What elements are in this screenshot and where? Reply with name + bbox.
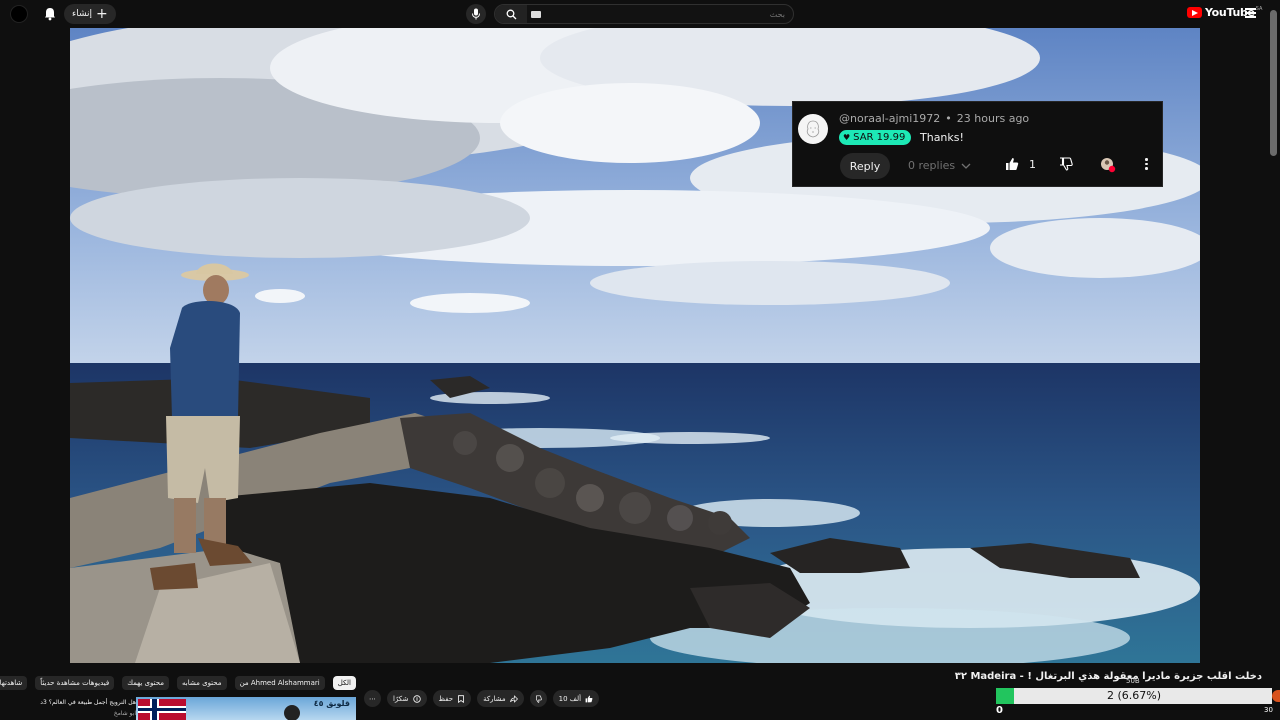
create-button[interactable]: إنشاء + [64, 4, 116, 24]
chip-recently-uploaded[interactable]: فيديوهات مشاهدة حديثاً [35, 676, 115, 690]
more-horizontal-icon: ⋯ [369, 694, 376, 703]
search-icon [506, 9, 516, 19]
super-thanks-amount: SAR 19.99 [853, 132, 906, 143]
comment-like-button[interactable]: 1 [1005, 157, 1036, 171]
mic-button[interactable] [466, 4, 486, 24]
next-video-text: هل النرويج أجمل طبيعة في العالم؟ 3د ابو … [40, 697, 136, 719]
share-button[interactable]: مشاركة [477, 690, 524, 707]
chip-all[interactable]: الكل [332, 676, 356, 690]
like-button[interactable]: 10 ألف [552, 690, 600, 707]
goal-progress-bar: 2 (6.67%) [996, 688, 1272, 704]
thanks-button[interactable]: شكرًا [387, 690, 427, 707]
chevron-down-icon [961, 163, 971, 169]
save-label: حفظ [438, 694, 454, 703]
video-actions: ⋯ شكرًا حفظ مشاركة 10 ألف [364, 690, 600, 707]
floating-widget-edge[interactable] [1272, 690, 1280, 702]
thumbs-down-icon [536, 694, 542, 703]
related-filter-chips: الكل من Ahmed Alshammari محتوى مشابه محت… [0, 676, 356, 690]
share-icon [509, 694, 518, 703]
thanks-icon [412, 694, 421, 703]
thumbnail-caption: قلوبق ٤٥ [313, 699, 350, 708]
replies-count: 0 replies [908, 159, 956, 172]
comment-time[interactable]: 23 hours ago [957, 112, 1029, 125]
video-title: دخلت اقلب جزيرة ماديرا معقولة هذي البرتغ… [954, 671, 1262, 682]
goal-label: 50B [1126, 677, 1140, 685]
next-video-title: هل النرويج أجمل طبيعة في العالم؟ 3د [40, 699, 136, 706]
reply-button[interactable]: Reply [840, 153, 890, 179]
page-scrollbar[interactable] [1270, 10, 1277, 156]
bell-icon[interactable] [42, 6, 58, 22]
thumbs-up-icon [1006, 158, 1019, 170]
like-count: 10 ألف [558, 694, 582, 703]
creator-heart-icon[interactable] [1100, 157, 1116, 173]
chip-from-channel[interactable]: من Ahmed Alshammari [234, 676, 325, 690]
youtube-play-icon [1187, 7, 1202, 18]
search-button[interactable] [495, 5, 527, 23]
more-options-icon[interactable] [1145, 158, 1149, 170]
chip-for-you[interactable]: محتوى يهمك [122, 676, 170, 690]
next-video-thumbnail[interactable]: قلوبق ٤٥ [136, 697, 356, 720]
goal-max: 30 [1264, 706, 1273, 714]
comment-handle[interactable]: @noraal-ajmi1972 [839, 112, 940, 125]
goal-min: 0 [996, 705, 1003, 716]
chip-watched[interactable]: شاهدتها [0, 676, 28, 690]
search-box[interactable] [494, 4, 794, 24]
account-avatar[interactable] [10, 5, 28, 23]
heart-icon: ♥ [843, 133, 851, 142]
goal-progress-value: 2 (6.67%) [1106, 689, 1162, 702]
comment-text: Thanks! [920, 131, 964, 144]
thanks-label: شكرًا [393, 694, 409, 703]
sketch-avatar-icon [806, 120, 820, 138]
next-video-channel: ابو شامخ [113, 710, 136, 717]
comment-like-count: 1 [1029, 157, 1036, 171]
comment-meta: @noraal-ajmi1972 • 23 hours ago [839, 112, 1030, 125]
replies-toggle[interactable]: 0 replies [908, 159, 971, 172]
thumbs-up-icon [585, 695, 593, 702]
top-bar: إنشاء + YouTube SA [0, 0, 1280, 28]
create-label: إنشاء [72, 9, 93, 19]
thumbs-down-icon[interactable] [1059, 157, 1073, 171]
keyboard-icon[interactable] [531, 11, 541, 18]
super-thanks-chip: ♥ SAR 19.99 [839, 130, 912, 145]
share-label: مشاركة [483, 694, 506, 703]
hamburger-menu-icon[interactable] [1245, 8, 1256, 18]
thumbnail-person [284, 705, 300, 720]
chip-similar[interactable]: محتوى مشابه [177, 676, 227, 690]
next-video-item[interactable]: هل النرويج أجمل طبيعة في العالم؟ 3د ابو … [40, 697, 356, 720]
save-button[interactable]: حفظ [432, 690, 472, 707]
norway-flag-image [138, 699, 186, 720]
commenter-avatar[interactable] [798, 114, 828, 144]
mic-icon [472, 8, 480, 20]
dislike-button[interactable] [529, 690, 547, 707]
super-thanks-comment: @noraal-ajmi1972 • 23 hours ago ♥ SAR 19.9… [792, 101, 1163, 187]
logo-region: SA [1255, 6, 1263, 12]
plus-icon: + [96, 6, 108, 22]
bookmark-icon [458, 694, 464, 703]
more-actions-button[interactable]: ⋯ [364, 690, 381, 707]
search-input[interactable] [527, 5, 793, 23]
